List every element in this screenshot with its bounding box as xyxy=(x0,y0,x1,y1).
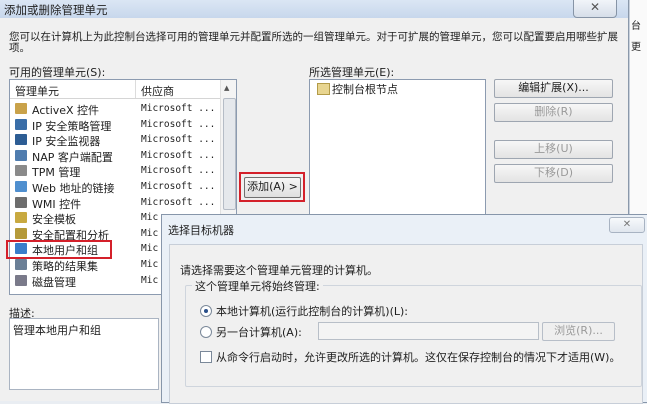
select-target-machine-dialog: 选择目标机器 ✕ 请选择需要这个管理单元管理的计算机。 这个管理单元将始终管理:… xyxy=(161,214,647,404)
allow-change-label[interactable]: 从命令行启动时，允许更改所选的计算机。这仅在保存控制台的情况下才适用(W)。 xyxy=(216,349,620,365)
another-computer-label[interactable]: 另一台计算机(A): xyxy=(216,324,302,340)
snapin-vendor: Mic xyxy=(141,259,159,270)
dialog-description: 您可以在计算机上为此控制台选择可用的管理单元并配置所选的一组管理单元。对于可扩展… xyxy=(9,31,618,54)
column-header-snapin[interactable]: 管理单元 xyxy=(15,83,59,99)
selected-snapins-label: 所选管理单元(E): xyxy=(309,66,395,79)
disk-management-icon xyxy=(15,274,27,286)
snapin-name: ActiveX 控件 xyxy=(32,104,100,117)
list-item[interactable]: TPM 管理 Microsoft ... xyxy=(10,163,220,180)
computer-name-input[interactable] xyxy=(318,322,539,340)
remove-button[interactable]: 删除(R) xyxy=(494,103,613,122)
local-computer-radio[interactable] xyxy=(200,305,212,317)
description-text: 管理本地用户和组 xyxy=(13,324,101,337)
background-text: 台 xyxy=(631,21,641,32)
another-computer-radio[interactable] xyxy=(200,326,212,338)
list-item[interactable]: ActiveX 控件 Microsoft ... xyxy=(10,101,220,117)
snapin-name: Web 地址的链接 xyxy=(32,182,115,195)
list-item[interactable]: 控制台根节点 xyxy=(310,80,485,96)
groupbox-label: 这个管理单元将始终管理: xyxy=(192,278,323,294)
title-bar: 添加或删除管理单元 xyxy=(0,0,628,18)
snapin-name: 磁盘管理 xyxy=(32,275,76,289)
tpm-icon xyxy=(15,165,27,177)
local-users-highlight-box xyxy=(6,240,112,259)
background-text: 更 xyxy=(631,42,641,53)
target-prompt: 请选择需要这个管理单元管理的计算机。 xyxy=(180,264,378,277)
browse-button[interactable]: 浏览(R)... xyxy=(542,322,615,341)
snapin-vendor: Microsoft ... xyxy=(141,149,216,161)
sub-dialog-close-button[interactable]: ✕ xyxy=(609,217,645,233)
list-item[interactable]: WMI 控件 Microsoft ... xyxy=(10,195,220,211)
move-down-button[interactable]: 下移(D) xyxy=(494,164,613,183)
list-item[interactable]: Web 地址的链接 Microsoft ... xyxy=(10,179,220,195)
list-item[interactable]: IP 安全监视器 Microsoft ... xyxy=(10,132,220,149)
folder-icon xyxy=(317,83,330,95)
column-header-vendor[interactable]: 供应商 xyxy=(141,83,174,99)
ip-security-policy-icon xyxy=(15,118,27,130)
snapin-vendor: Microsoft ... xyxy=(141,134,216,146)
local-computer-label[interactable]: 本地计算机(运行此控制台的计算机)(L): xyxy=(216,303,408,319)
add-button-highlight-box xyxy=(239,172,305,202)
nap-client-icon xyxy=(15,149,27,161)
snapin-name: IP 安全策略管理 xyxy=(32,119,112,133)
edit-extensions-button[interactable]: 编辑扩展(X)... xyxy=(494,79,613,98)
list-header: 管理单元 供应商 xyxy=(10,80,220,99)
snapin-name: IP 安全监视器 xyxy=(32,135,101,149)
close-button[interactable]: ✕ xyxy=(573,0,617,18)
security-config-icon xyxy=(15,227,27,239)
snapin-name: WMI 控件 xyxy=(32,197,82,211)
sub-dialog-title: 选择目标机器 xyxy=(168,224,234,237)
allow-change-checkbox[interactable] xyxy=(200,351,212,363)
snapin-vendor: Mic xyxy=(141,243,159,255)
dialog-title: 添加或删除管理单元 xyxy=(4,3,108,17)
snapin-vendor: Microsoft ... xyxy=(141,196,216,208)
available-snapins-label: 可用的管理单元(S): xyxy=(9,66,106,79)
list-item[interactable]: NAP 客户端配置 Microsoft ... xyxy=(10,148,220,164)
snapin-vendor: Microsoft ... xyxy=(141,118,216,130)
activex-icon xyxy=(15,103,27,114)
ip-security-monitor-icon xyxy=(15,134,27,146)
snapin-vendor: Mic xyxy=(141,212,159,224)
snapin-name: 安全模板 xyxy=(32,213,76,227)
web-link-icon xyxy=(15,181,27,192)
scroll-up-arrow-icon[interactable]: ▲ xyxy=(224,84,229,92)
security-template-icon xyxy=(15,212,27,224)
move-up-button[interactable]: 上移(U) xyxy=(494,140,613,159)
radio-selected-dot xyxy=(204,309,208,313)
snapin-vendor: Mic xyxy=(141,274,159,286)
snapin-name: 策略的结果集 xyxy=(32,260,98,273)
wmi-icon xyxy=(15,196,27,208)
snapin-name: TPM 管理 xyxy=(32,166,81,180)
snapin-vendor: Microsoft ... xyxy=(141,181,216,192)
list-item[interactable]: IP 安全策略管理 Microsoft ... xyxy=(10,117,220,133)
description-box: 管理本地用户和组 xyxy=(9,318,159,390)
snapin-name: NAP 客户端配置 xyxy=(32,150,113,164)
snapin-vendor: Microsoft ... xyxy=(141,165,216,177)
rsop-icon xyxy=(15,259,27,270)
console-root-label: 控制台根节点 xyxy=(332,83,398,96)
scroll-thumb[interactable] xyxy=(223,98,236,210)
snapin-vendor: Microsoft ... xyxy=(141,103,216,114)
header-divider xyxy=(135,80,136,98)
snapin-vendor: Mic xyxy=(141,227,159,239)
